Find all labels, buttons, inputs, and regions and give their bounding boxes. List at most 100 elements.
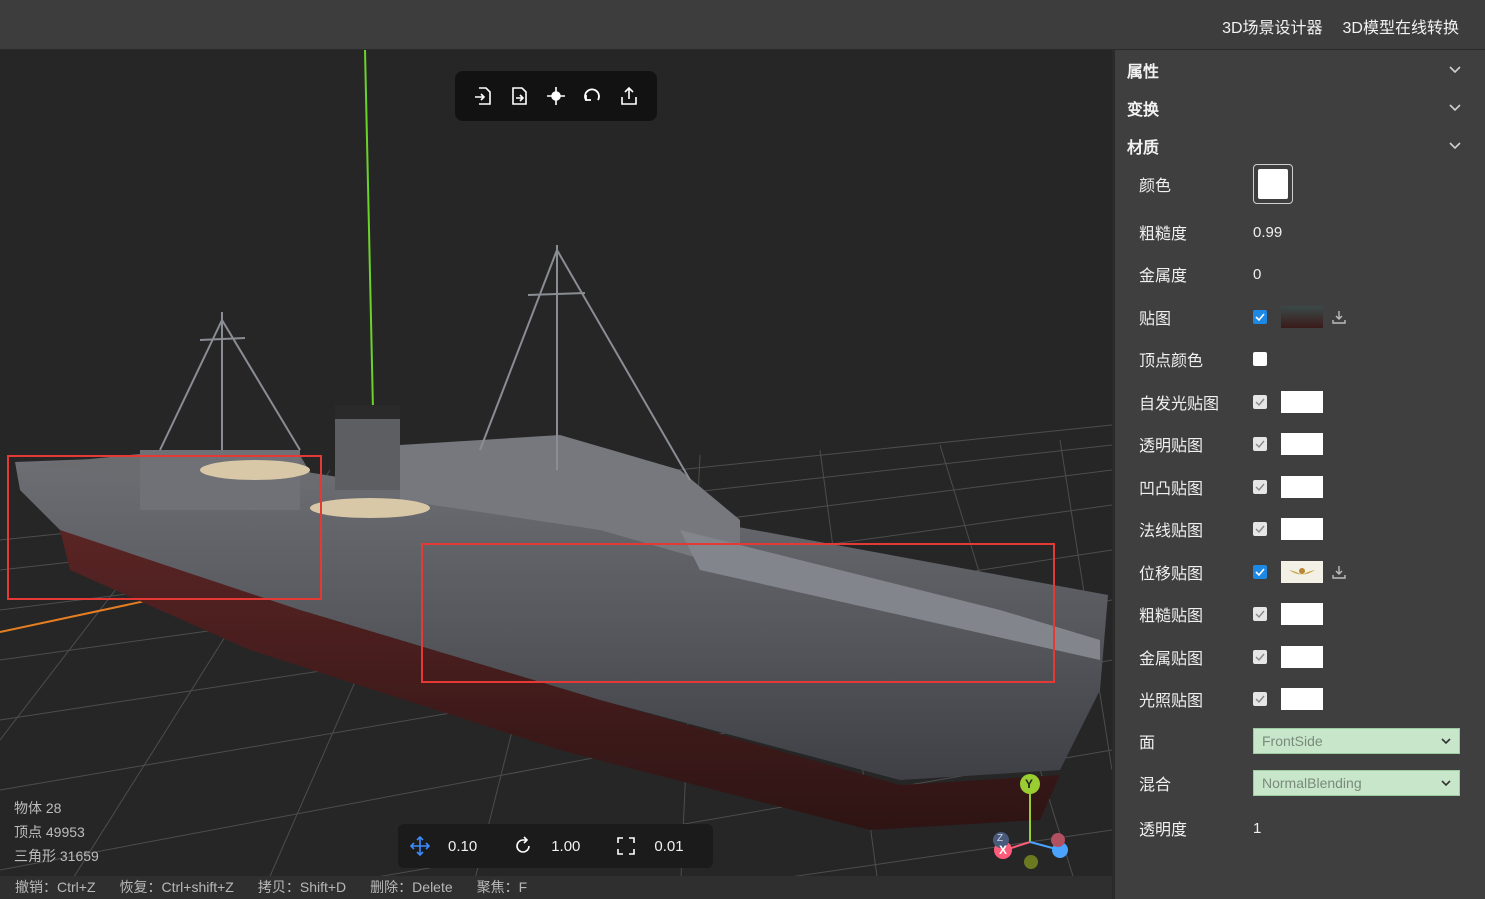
emissive-map-checkbox[interactable] <box>1253 395 1267 409</box>
bump-map-checkbox[interactable] <box>1253 480 1267 494</box>
gizmo-y-label: Y <box>1025 777 1034 791</box>
color-picker[interactable] <box>1253 164 1293 204</box>
emissive-map-label: 自发光贴图 <box>1139 396 1220 413</box>
download-icon[interactable] <box>1331 309 1347 325</box>
alpha-map-checkbox[interactable] <box>1253 437 1267 451</box>
row-opacity: 透明度 1 <box>1139 816 1261 840</box>
roughness-map-label: 粗糙贴图 <box>1139 608 1204 625</box>
row-bump-map: 凹凸贴图 <box>1139 475 1323 499</box>
replace-icon[interactable] <box>507 83 533 109</box>
section-transform-title: 变换 <box>1127 102 1160 119</box>
hint-redo: 恢复：Ctrl+shift+Z <box>119 879 234 895</box>
chevron-down-icon[interactable] <box>1449 139 1461 151</box>
hint-copy: 拷贝：Shift+D <box>257 879 347 895</box>
highlight-box-aft <box>7 455 322 600</box>
rotate-icon[interactable] <box>513 836 533 856</box>
section-transform[interactable]: 变换 <box>1115 89 1485 127</box>
y-axis-line <box>364 50 374 411</box>
row-blending: 混合 NormalBlending <box>1139 770 1460 796</box>
scene-stats: 物体 28 顶点 49953 三角形 31659 <box>14 796 99 868</box>
row-roughness: 粗糙度 0.99 <box>1139 220 1282 244</box>
properties-panel: 属性 变换 材质 颜色 粗糙度 0.99 金属度 0 贴图 顶点颜色 自发光贴图… <box>1112 50 1485 899</box>
snap-settings-bar: 0.10 1.00 0.01 <box>398 824 713 868</box>
axis-gizmo[interactable]: Y X Z <box>985 772 1075 882</box>
chevron-down-icon[interactable] <box>1449 101 1461 113</box>
side-label: 面 <box>1139 735 1156 752</box>
metalness-map-label: 金属贴图 <box>1139 651 1204 668</box>
blending-select[interactable]: NormalBlending <box>1253 770 1460 796</box>
blending-label: 混合 <box>1139 777 1172 794</box>
scale-icon[interactable] <box>616 836 636 856</box>
funnel <box>335 410 400 490</box>
triangle-count: 三角形 31659 <box>14 848 99 864</box>
roughness-map-thumb[interactable] <box>1281 603 1323 625</box>
metalness-value[interactable]: 0 <box>1253 266 1261 283</box>
gizmo-x-label: X <box>999 843 1008 857</box>
map-checkbox[interactable] <box>1253 310 1267 324</box>
download-icon[interactable] <box>1331 564 1347 580</box>
hint-focus: 聚焦：F <box>476 879 528 895</box>
row-metalness: 金属度 0 <box>1139 262 1261 286</box>
object-count: 物体 28 <box>14 800 62 816</box>
light-map-label: 光照贴图 <box>1139 693 1204 710</box>
top-nav: 3D场景设计器 3D模型在线转换 <box>1222 14 1459 38</box>
rotate-snap-value[interactable]: 1.00 <box>551 838 580 855</box>
side-select[interactable]: FrontSide <box>1253 728 1460 754</box>
bump-map-thumb[interactable] <box>1281 476 1323 498</box>
alpha-map-label: 透明贴图 <box>1139 438 1204 455</box>
row-alpha-map: 透明贴图 <box>1139 432 1323 456</box>
import-icon[interactable] <box>470 83 496 109</box>
normal-map-checkbox[interactable] <box>1253 522 1267 536</box>
section-properties-title: 属性 <box>1127 64 1160 81</box>
color-label: 颜色 <box>1139 178 1172 195</box>
metalness-map-thumb[interactable] <box>1281 646 1323 668</box>
row-roughness-map: 粗糙贴图 <box>1139 602 1323 626</box>
focus-icon[interactable] <box>543 83 569 109</box>
normal-map-thumb[interactable] <box>1281 518 1323 540</box>
nav-scene-designer[interactable]: 3D场景设计器 <box>1222 14 1322 38</box>
metalness-map-checkbox[interactable] <box>1253 650 1267 664</box>
row-emissive-map: 自发光贴图 <box>1139 390 1323 414</box>
map-texture-thumb[interactable] <box>1281 306 1323 328</box>
translate-snap-value[interactable]: 0.10 <box>448 838 477 855</box>
emissive-map-thumb[interactable] <box>1281 391 1323 413</box>
emblem-icon <box>1289 568 1315 575</box>
3d-viewport[interactable]: 物体 28 顶点 49953 三角形 31659 0.10 1.00 0.01 <box>0 50 1112 899</box>
nav-model-converter[interactable]: 3D模型在线转换 <box>1343 14 1459 38</box>
displacement-map-thumb[interactable] <box>1281 561 1323 583</box>
highlight-box-bow <box>421 543 1055 683</box>
metalness-label: 金属度 <box>1139 268 1188 285</box>
reset-icon[interactable] <box>579 83 605 109</box>
roughness-map-checkbox[interactable] <box>1253 607 1267 621</box>
displacement-map-checkbox[interactable] <box>1253 565 1267 579</box>
hint-delete: 删除：Delete <box>370 879 453 895</box>
displacement-map-label: 位移贴图 <box>1139 566 1204 583</box>
opacity-value[interactable]: 1 <box>1253 820 1261 837</box>
row-metalness-map: 金属贴图 <box>1139 645 1323 669</box>
top-bar: 3D场景设计器 3D模型在线转换 <box>0 0 1485 50</box>
move-icon[interactable] <box>410 836 430 856</box>
roughness-value[interactable]: 0.99 <box>1253 224 1282 241</box>
chevron-down-icon <box>1441 780 1451 787</box>
light-map-thumb[interactable] <box>1281 688 1323 710</box>
alpha-map-thumb[interactable] <box>1281 433 1323 455</box>
export-icon[interactable] <box>616 83 642 109</box>
section-material-title: 材质 <box>1127 140 1160 157</box>
scale-snap-value[interactable]: 0.01 <box>654 838 683 855</box>
side-selected-value: FrontSide <box>1262 733 1323 749</box>
lifeboat-2 <box>310 498 430 518</box>
section-properties[interactable]: 属性 <box>1115 51 1485 89</box>
vertex-colors-checkbox[interactable] <box>1253 352 1267 366</box>
row-map: 贴图 <box>1139 305 1347 329</box>
section-material[interactable]: 材质 <box>1115 127 1485 165</box>
normal-map-label: 法线贴图 <box>1139 523 1204 540</box>
shortcut-hints: 撤销：Ctrl+Z 恢复：Ctrl+shift+Z 拷贝：Shift+D 删除：… <box>0 876 1112 899</box>
bump-map-label: 凹凸贴图 <box>1139 481 1204 498</box>
blending-selected-value: NormalBlending <box>1262 775 1362 791</box>
vertex-colors-label: 顶点颜色 <box>1139 353 1204 370</box>
chevron-down-icon <box>1441 738 1451 745</box>
light-map-checkbox[interactable] <box>1253 692 1267 706</box>
vertex-count: 顶点 49953 <box>14 824 85 840</box>
chevron-down-icon[interactable] <box>1449 63 1461 75</box>
map-label: 贴图 <box>1139 311 1172 328</box>
